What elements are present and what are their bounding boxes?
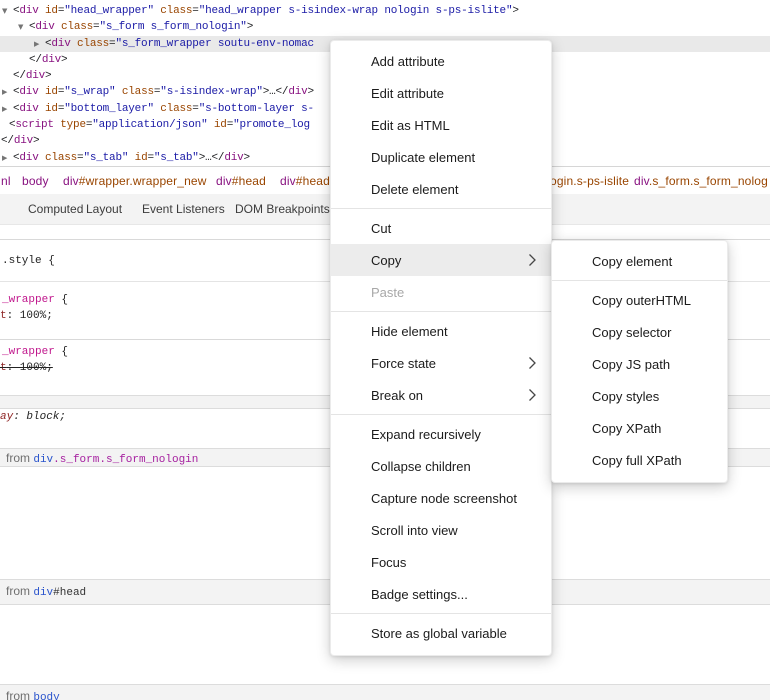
menu-item-hide-element[interactable]: Hide element [331,315,551,347]
expand-arrow-icon[interactable]: ▶ [2,101,7,117]
node-link[interactable]: .s_form.s_form_nologin [53,454,198,466]
breadcrumb-html[interactable]: nl [1,167,11,194]
collapse-arrow-icon[interactable]: ▼ [2,3,7,19]
dom-row-head-wrapper[interactable]: ▼<div id="head_wrapper" class="head_wrap… [0,3,770,19]
menu-separator [552,280,727,281]
node-link[interactable]: div [33,454,53,466]
menu-item-collapse-children[interactable]: Collapse children [331,450,551,482]
css-rule-selector[interactable]: _wrapper { [2,294,68,306]
node-link[interactable]: body [33,692,59,700]
css-rule-element-style[interactable]: .style { [2,255,55,267]
expand-arrow-icon[interactable]: ▶ [2,84,7,100]
menu-item-store-as-global-variable[interactable]: Store as global variable [331,617,551,649]
submenu-chevron-icon [528,356,537,370]
submenu-item-copy-xpath[interactable]: Copy XPath [552,412,727,444]
menu-separator [331,414,551,415]
tab-event-listeners[interactable]: Event Listeners [142,194,225,225]
menu-item-break-on[interactable]: Break on [331,379,551,411]
breadcrumb-wrapper[interactable]: div#wrapper.wrapper_new [63,167,207,194]
menu-item-force-state[interactable]: Force state [331,347,551,379]
inherited-from-label: from body [6,689,60,700]
dom-row-s-form[interactable]: ▼<div class="s_form s_form_nologin"> [0,19,770,35]
submenu-item-copy-js-path[interactable]: Copy JS path [552,348,727,380]
css-property-line-overridden[interactable]: t: 100%; [0,362,53,374]
menu-separator [331,208,551,209]
inherited-from-label: from div#head [6,584,86,599]
node-link[interactable]: div [33,587,53,599]
context-menu: Add attributeEdit attributeEdit as HTMLD… [330,40,552,656]
css-property-line[interactable]: t: 100%; [0,310,53,322]
menu-item-expand-recursively[interactable]: Expand recursively [331,418,551,450]
menu-item-cut[interactable]: Cut [331,212,551,244]
inherited-from-row [0,684,770,700]
inherited-from-label: from div.s_form.s_form_nologin [6,451,198,466]
menu-item-copy[interactable]: Copy [331,244,551,276]
menu-item-edit-as-html[interactable]: Edit as HTML [331,109,551,141]
menu-item-focus[interactable]: Focus [331,546,551,578]
css-property-line-inherited[interactable]: ay: block; [0,411,66,423]
collapse-arrow-icon[interactable]: ▼ [18,19,23,35]
submenu-item-copy-selector[interactable]: Copy selector [552,316,727,348]
expand-arrow-icon[interactable]: ▶ [2,150,7,166]
css-rule-selector[interactable]: _wrapper { [2,346,68,358]
submenu-item-copy-outerhtml[interactable]: Copy outerHTML [552,284,727,316]
submenu-chevron-icon [528,388,537,402]
menu-separator [331,613,551,614]
submenu-item-copy-element[interactable]: Copy element [552,245,727,277]
breadcrumb-body[interactable]: body [22,167,49,194]
menu-item-scroll-into-view[interactable]: Scroll into view [331,514,551,546]
node-link[interactable]: #head [53,587,86,599]
submenu-chevron-icon [528,253,537,267]
menu-item-add-attribute[interactable]: Add attribute [331,45,551,77]
breadcrumb-s-form[interactable]: div.s_form.s_form_nolog [634,167,768,194]
menu-item-badge-settings[interactable]: Badge settings... [331,578,551,610]
menu-separator [331,311,551,312]
tab-layout[interactable]: Layout [86,194,122,225]
breadcrumb-head[interactable]: div#head [216,167,266,194]
breadcrumb-head-wrapper-tail[interactable]: ogin.s-ps-islite [550,167,629,194]
copy-submenu: Copy elementCopy outerHTMLCopy selectorC… [551,240,728,483]
menu-item-capture-node-screenshot[interactable]: Capture node screenshot [331,482,551,514]
menu-item-edit-attribute[interactable]: Edit attribute [331,77,551,109]
tab-dom-breakpoints[interactable]: DOM Breakpoints [235,194,330,225]
tab-computed[interactable]: Computed [28,194,83,225]
devtools-window: ▼<div id="head_wrapper" class="head_wrap… [0,0,770,700]
menu-item-duplicate-element[interactable]: Duplicate element [331,141,551,173]
submenu-item-copy-full-xpath[interactable]: Copy full XPath [552,444,727,476]
menu-item-delete-element[interactable]: Delete element [331,173,551,205]
breadcrumb-head-wrapper[interactable]: div#head [280,167,330,194]
menu-item-paste: Paste [331,276,551,308]
expand-arrow-icon[interactable]: ▶ [34,36,39,52]
submenu-item-copy-styles[interactable]: Copy styles [552,380,727,412]
